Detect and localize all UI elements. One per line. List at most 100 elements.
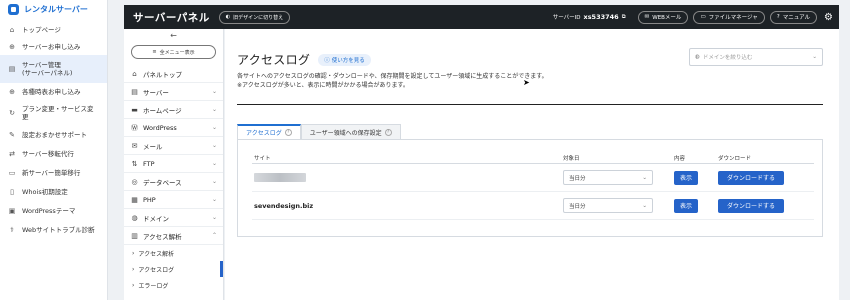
sidebar-item-top[interactable]: ⌂ トップページ <box>0 21 107 38</box>
access-log-table: サイト 対象日 内容 ダウンロード 当日分 ⌄ 表示 ダウンロードする seve… <box>252 152 814 220</box>
sidebar-item-diagnosis[interactable]: ⚕ Webサイトトラブル診断 <box>0 220 107 239</box>
date-select-value: 当日分 <box>569 203 586 210</box>
download-button[interactable]: ダウンロードする <box>718 170 784 185</box>
nav-item-label: PHP <box>143 195 156 204</box>
truck-icon: ▭ <box>8 168 16 177</box>
help-icon: ? <box>776 14 780 20</box>
table-row: 当日分 ⌄ 表示 ダウンロードする <box>252 164 814 192</box>
date-cell: 当日分 ⌄ <box>563 198 674 213</box>
sidebar-item-migration[interactable]: ⇄ サーバー移転代行 <box>0 144 107 163</box>
sidebar-item-server-order[interactable]: ⊕ サーバーお申し込み <box>0 38 107 55</box>
panel-title: サーバーパネル <box>133 11 210 24</box>
download-button[interactable]: ダウンロードする <box>718 198 784 213</box>
tab-save-settings[interactable]: ユーザー領域への保存設定 ? <box>300 124 401 139</box>
page-description: 各サイトへのアクセスログの確認・ダウンロードや、保存期間を設定してユーザー領域に… <box>237 72 548 90</box>
manual-button[interactable]: ? マニュアル <box>769 10 818 24</box>
date-cell: 当日分 ⌄ <box>563 170 674 185</box>
nav-item-homepage[interactable]: ▬ ホームページ ⌄ <box>124 101 223 119</box>
chevron-right-icon: › <box>132 265 135 273</box>
webmail-button[interactable]: ✉ WEBメール <box>637 10 689 24</box>
php-icon: ▦ <box>131 195 138 204</box>
tab-panel: サイト 対象日 内容 ダウンロード 当日分 ⌄ 表示 ダウンロードする seve… <box>237 139 823 237</box>
tab-access-log[interactable]: アクセスログ ? <box>237 124 301 139</box>
nav-sub-item-access-log[interactable]: › アクセスログ <box>124 261 223 277</box>
sidebar-item-support[interactable]: ✎ 設定おまかせサポート <box>0 125 107 144</box>
nav-sub-item-label: アクセス解析 <box>138 250 175 258</box>
nav-item-ftp[interactable]: ⇅ FTP ⌄ <box>124 155 223 173</box>
nav-item-domain[interactable]: ◍ ドメイン ⌄ <box>124 209 223 227</box>
table-header: サイト 対象日 内容 ダウンロード <box>252 152 814 164</box>
tab-label: アクセスログ <box>246 130 282 137</box>
sidebar-item-label: Whois初期設定 <box>22 187 68 196</box>
chevron-down-icon: ⌄ <box>211 142 217 149</box>
nav-item-label: サーバー <box>143 88 169 97</box>
site-name: sevendesign.biz <box>254 201 314 210</box>
sidebar-item-plan-change[interactable]: ↻ プラン変更・サービス変更 <box>0 100 107 125</box>
sidebar-item-wp-theme[interactable]: ▣ WordPressテーマ <box>0 201 107 220</box>
sidebar-item-label: Webサイトトラブル診断 <box>22 225 95 234</box>
sidebar-item-easy-migration[interactable]: ▭ 新サーバー簡単移行 <box>0 163 107 182</box>
tab-label: ユーザー領域への保存設定 <box>309 129 382 137</box>
chevron-down-icon: ⌄ <box>211 178 217 185</box>
sidebar-item-whois[interactable]: ▯ Whois初期設定 <box>0 182 107 201</box>
question-icon[interactable]: ? <box>384 128 392 136</box>
sidebar-item-server-panel[interactable]: ▤ サーバー管理 (サーバーパネル) <box>0 55 107 83</box>
view-button[interactable]: 表示 <box>674 198 698 213</box>
chevron-down-icon: ⌄ <box>642 202 647 209</box>
nav-item-label: データベース <box>143 178 182 187</box>
chevron-down-icon: ⌄ <box>211 106 217 113</box>
sidebar-item-options[interactable]: ⊕ 各種時表お申し込み <box>0 83 107 100</box>
column-header-site: サイト <box>254 155 271 162</box>
help-link[interactable]: ⓘ 使い方を見る <box>318 53 371 66</box>
back-arrow-icon[interactable]: ← <box>124 29 223 43</box>
domain-filter-placeholder: ドメインを絞り込む <box>702 55 753 61</box>
app-sidebar: レンタルサーバー ⌂ トップページ ⊕ サーバーお申し込み ▤ サーバー管理 (… <box>0 0 108 300</box>
server-icon: ▤ <box>131 87 138 96</box>
nav-item-panel-top[interactable]: ⌂ パネルトップ <box>124 65 223 83</box>
nav-item-php[interactable]: ▦ PHP ⌄ <box>124 191 223 209</box>
title-row: アクセスログ ⓘ 使い方を見る <box>237 51 371 68</box>
wrench-icon: ✎ <box>9 130 15 139</box>
stethoscope-icon: ⚕ <box>10 225 14 234</box>
download-cell: ダウンロードする <box>718 198 814 213</box>
domain-filter-select[interactable]: ◍ ドメインを絞り込む ⌄ <box>689 48 823 66</box>
question-icon[interactable]: ? <box>284 129 292 136</box>
document-icon: ▯ <box>10 187 14 196</box>
brand[interactable]: レンタルサーバー <box>0 0 107 18</box>
all-menu-button[interactable]: ≡ 全メニュー表示 <box>131 45 216 59</box>
chevron-up-icon: ⌃ <box>211 232 217 239</box>
server-id-label: サーバーID <box>552 15 581 21</box>
nav-item-label: FTP <box>143 159 155 168</box>
nav-item-server[interactable]: ▤ サーバー ⌄ <box>124 83 223 101</box>
tab-bar: アクセスログ ? ユーザー領域への保存設定 ? <box>237 124 401 139</box>
date-select[interactable]: 当日分 ⌄ <box>563 198 653 213</box>
nav-sub-item-error-log[interactable]: › エラーログ <box>124 277 223 293</box>
chart-icon: ▥ <box>131 231 138 240</box>
globe-icon: ◍ <box>131 213 138 222</box>
chevron-down-icon: ⌄ <box>642 174 647 181</box>
download-cell: ダウンロードする <box>718 170 814 185</box>
file-manager-button[interactable]: ▭ ファイルマネージャ <box>693 10 765 24</box>
database-icon: ◎ <box>131 177 138 186</box>
site-cell: sevendesign.biz <box>252 202 563 210</box>
switch-design-button[interactable]: ◐ 旧デザインに切り替え <box>218 10 291 24</box>
toggle-icon: ◐ <box>225 14 231 20</box>
nav-item-label: アクセス解析 <box>143 232 182 241</box>
sidebar-item-label: WordPressテーマ <box>22 206 76 215</box>
nav-item-access-analysis[interactable]: ▥ アクセス解析 ⌃ <box>124 227 223 245</box>
view-button[interactable]: 表示 <box>674 170 698 185</box>
site-cell <box>252 173 563 182</box>
nav-item-label: メール <box>143 142 163 151</box>
date-select[interactable]: 当日分 ⌄ <box>563 170 653 185</box>
gear-icon[interactable]: ⚙ <box>824 12 833 23</box>
nav-item-mail[interactable]: ✉ メール ⌄ <box>124 137 223 155</box>
mouse-cursor-icon: ➤ <box>523 78 530 87</box>
nav-item-database[interactable]: ◎ データベース ⌄ <box>124 173 223 191</box>
nav-sub-item-label: アクセスログ <box>138 266 175 274</box>
folder-icon: ▭ <box>700 14 706 20</box>
copy-icon[interactable]: ⧉ <box>622 14 626 21</box>
webmail-label: WEBメール <box>652 15 682 21</box>
nav-item-wordpress[interactable]: Ⓦ WordPress ⌄ <box>124 119 223 137</box>
nav-sub-item-access-analysis[interactable]: › アクセス解析 <box>124 245 223 261</box>
chevron-down-icon: ⌄ <box>812 54 817 60</box>
